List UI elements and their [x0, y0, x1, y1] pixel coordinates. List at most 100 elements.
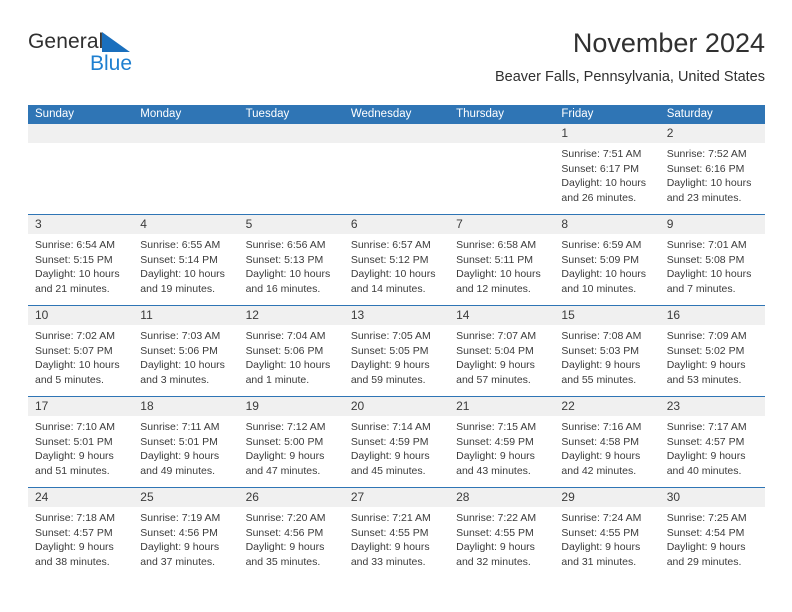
day-cell[interactable]: Sunrise: 7:12 AM Sunset: 5:00 PM Daylight:… [239, 416, 344, 487]
day-cell[interactable]: Sunrise: 6:57 AM Sunset: 5:12 PM Daylight:… [344, 234, 449, 305]
day-cell[interactable]: Sunrise: 7:07 AM Sunset: 5:04 PM Daylight:… [449, 325, 554, 396]
daylight-text: Daylight: 9 hours and 33 minutes. [350, 541, 430, 569]
calendar-weeks: 1 2 Sunrise: 7:51 AM Sunset: 6:17 PM Dayligh… [28, 124, 765, 578]
day-cell[interactable]: Sunrise: 7:20 AM Sunset: 4:56 PM Daylight:… [239, 507, 344, 578]
day-number[interactable]: 17 [28, 397, 133, 416]
page-header: General Blue November 2024 Beaver Falls,… [28, 26, 765, 98]
day-cell[interactable]: Sunrise: 7:11 AM Sunset: 5:01 PM Daylight:… [133, 416, 238, 487]
day-number[interactable]: 12 [239, 306, 344, 325]
day-number[interactable]: 24 [28, 488, 133, 507]
day-cell[interactable]: Sunrise: 7:02 AM Sunset: 5:07 PM Daylight:… [28, 325, 133, 396]
sunset-text: Sunset: 5:13 PM [245, 253, 324, 266]
day-cell[interactable]: Sunrise: 7:01 AM Sunset: 5:08 PM Daylight:… [660, 234, 765, 305]
sunrise-text: Sunrise: 7:25 AM [666, 512, 747, 524]
daylight-text: Daylight: 9 hours and 35 minutes. [245, 541, 325, 569]
daylight-text: Daylight: 10 hours and 1 minute. [245, 359, 331, 387]
sunset-text: Sunset: 6:16 PM [666, 162, 745, 175]
day-cell[interactable]: Sunrise: 7:19 AM Sunset: 4:56 PM Daylight:… [133, 507, 238, 578]
day-number[interactable]: 2 [660, 124, 765, 143]
sunrise-text: Sunrise: 6:59 AM [561, 239, 642, 251]
day-cell[interactable]: Sunrise: 7:51 AM Sunset: 6:17 PM Daylight:… [554, 143, 659, 214]
sunrise-text: Sunrise: 7:10 AM [35, 421, 115, 433]
sunrise-text: Sunrise: 7:12 AM [245, 421, 326, 433]
daylight-text: Daylight: 9 hours and 51 minutes. [35, 450, 114, 478]
day-cell-empty [28, 143, 133, 214]
daylight-text: Daylight: 10 hours and 14 minutes. [350, 268, 436, 296]
sunrise-text: Sunrise: 7:14 AM [350, 421, 431, 433]
sunrise-text: Sunrise: 7:17 AM [666, 421, 747, 433]
day-cell[interactable]: Sunrise: 7:14 AM Sunset: 4:59 PM Daylight:… [344, 416, 449, 487]
sunset-text: Sunset: 5:05 PM [350, 344, 429, 357]
weekday-header-sunday: Sunday [35, 108, 75, 120]
day-number[interactable]: 16 [660, 306, 765, 325]
day-cell[interactable]: Sunrise: 7:10 AM Sunset: 5:01 PM Daylight:… [28, 416, 133, 487]
brand-logo[interactable]: General Blue [28, 30, 258, 90]
day-cell[interactable]: Sunrise: 7:04 AM Sunset: 5:06 PM Daylight:… [239, 325, 344, 396]
day-number[interactable]: 3 [28, 215, 133, 234]
daylight-text: Daylight: 10 hours and 3 minutes. [140, 359, 225, 387]
day-cell-empty [133, 143, 238, 214]
day-cell[interactable]: Sunrise: 7:24 AM Sunset: 4:55 PM Daylight:… [554, 507, 659, 578]
day-cell[interactable]: Sunrise: 7:25 AM Sunset: 4:54 PM Daylight:… [660, 507, 765, 578]
day-cell[interactable]: Sunrise: 7:18 AM Sunset: 4:57 PM Daylight:… [28, 507, 133, 578]
day-number[interactable]: 8 [554, 215, 659, 234]
sunrise-text: Sunrise: 7:24 AM [561, 512, 642, 524]
sunrise-text: Sunrise: 7:19 AM [140, 512, 221, 524]
day-number-row: 12 [28, 124, 765, 143]
calendar-week-row: 24 25 26 27 28 29 30 Sunrise: 7:18 AM Sunset: 4:… [28, 487, 765, 578]
sunset-text: Sunset: 5:08 PM [666, 253, 745, 266]
day-number[interactable]: 30 [660, 488, 765, 507]
day-number[interactable]: 20 [344, 397, 449, 416]
day-cell[interactable]: Sunrise: 7:09 AM Sunset: 5:02 PM Daylight:… [660, 325, 765, 396]
day-cell[interactable]: Sunrise: 6:54 AM Sunset: 5:15 PM Daylight:… [28, 234, 133, 305]
day-number[interactable]: 6 [344, 215, 449, 234]
calendar-week-row: 3 4 5 6 7 8 9 Sunrise: 6:54 AM Sunset: 5:15 PM Da… [28, 214, 765, 305]
daylight-text: Daylight: 9 hours and 45 minutes. [350, 450, 430, 478]
day-cell[interactable]: Sunrise: 7:08 AM Sunset: 5:03 PM Daylight:… [554, 325, 659, 396]
day-cell[interactable]: Sunrise: 7:05 AM Sunset: 5:05 PM Daylight:… [344, 325, 449, 396]
day-number[interactable]: 1 [554, 124, 659, 143]
day-detail-row: Sunrise: 7:10 AM Sunset: 5:01 PM Daylight:… [28, 416, 765, 487]
day-number[interactable]: 22 [554, 397, 659, 416]
sunrise-text: Sunrise: 7:01 AM [666, 239, 747, 251]
day-number[interactable]: 26 [239, 488, 344, 507]
sunrise-text: Sunrise: 7:11 AM [140, 421, 220, 433]
day-cell[interactable]: Sunrise: 6:55 AM Sunset: 5:14 PM Daylight:… [133, 234, 238, 305]
day-number[interactable]: 14 [449, 306, 554, 325]
day-number[interactable]: 5 [239, 215, 344, 234]
day-number-empty [239, 124, 344, 143]
day-number-row: 24 25 26 27 28 29 30 [28, 488, 765, 507]
sunset-text: Sunset: 5:04 PM [456, 344, 534, 357]
day-number[interactable]: 21 [449, 397, 554, 416]
day-number[interactable]: 29 [554, 488, 659, 507]
day-cell[interactable]: Sunrise: 7:03 AM Sunset: 5:06 PM Daylight:… [133, 325, 238, 396]
day-cell[interactable]: Sunrise: 7:17 AM Sunset: 4:57 PM Daylight:… [660, 416, 765, 487]
day-cell[interactable]: Sunrise: 7:22 AM Sunset: 4:55 PM Daylight:… [449, 507, 554, 578]
day-number[interactable]: 4 [133, 215, 238, 234]
day-number[interactable]: 10 [28, 306, 133, 325]
day-cell[interactable]: Sunrise: 7:16 AM Sunset: 4:58 PM Daylight:… [554, 416, 659, 487]
calendar-table: Sunday Monday Tuesday Wednesday Thursday… [28, 105, 765, 578]
day-cell[interactable]: Sunrise: 7:15 AM Sunset: 4:59 PM Daylight:… [449, 416, 554, 487]
sunrise-text: Sunrise: 7:15 AM [456, 421, 537, 433]
day-cell[interactable]: Sunrise: 7:21 AM Sunset: 4:55 PM Daylight:… [344, 507, 449, 578]
day-number[interactable]: 18 [133, 397, 238, 416]
day-cell[interactable]: Sunrise: 6:58 AM Sunset: 5:11 PM Daylight:… [449, 234, 554, 305]
day-cell[interactable]: Sunrise: 6:56 AM Sunset: 5:13 PM Daylight:… [239, 234, 344, 305]
day-cell[interactable]: Sunrise: 6:59 AM Sunset: 5:09 PM Daylight:… [554, 234, 659, 305]
day-cell[interactable]: Sunrise: 7:52 AM Sunset: 6:16 PM Daylight:… [660, 143, 765, 214]
day-number[interactable]: 7 [449, 215, 554, 234]
day-number[interactable]: 25 [133, 488, 238, 507]
day-number[interactable]: 19 [239, 397, 344, 416]
day-number[interactable]: 28 [449, 488, 554, 507]
sunrise-text: Sunrise: 6:55 AM [140, 239, 221, 251]
day-number-empty [344, 124, 449, 143]
day-number[interactable]: 9 [660, 215, 765, 234]
day-number[interactable]: 13 [344, 306, 449, 325]
day-number[interactable]: 27 [344, 488, 449, 507]
day-number[interactable]: 15 [554, 306, 659, 325]
day-number[interactable]: 11 [133, 306, 238, 325]
day-number[interactable]: 23 [660, 397, 765, 416]
day-detail-row: Sunrise: 7:02 AM Sunset: 5:07 PM Daylight:… [28, 325, 765, 396]
day-number-row: 10 11 12 13 14 15 16 [28, 306, 765, 325]
